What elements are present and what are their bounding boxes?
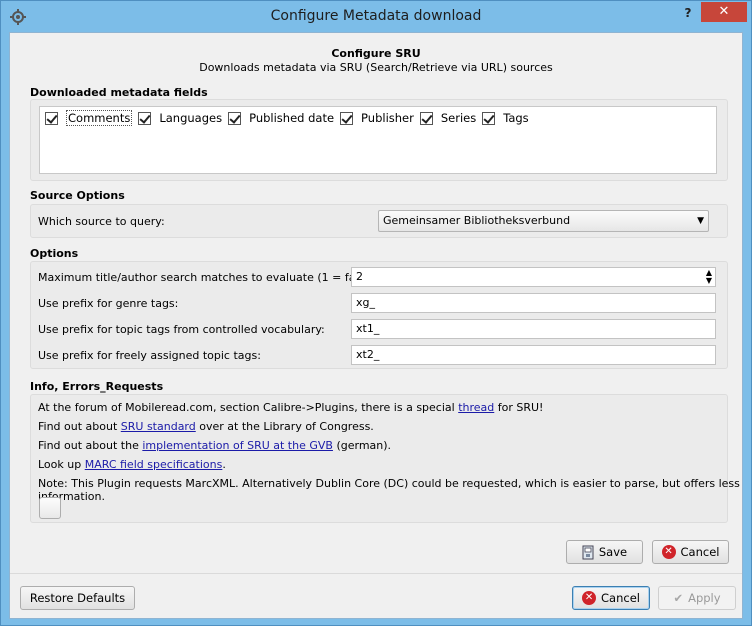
info-line-sru-standard: Find out about SRU standard over at the …	[38, 420, 374, 433]
genre-prefix-label: Use prefix for genre tags:	[38, 297, 179, 310]
plugin-cancel-button[interactable]: ✕ Cancel	[652, 540, 729, 564]
free-topic-prefix-label: Use prefix for freely assigned topic tag…	[38, 349, 261, 362]
info-line-forum: At the forum of Mobileread.com, section …	[38, 401, 543, 414]
field-languages[interactable]: Languages	[138, 111, 222, 125]
publisher-checkbox[interactable]	[340, 111, 354, 125]
query-source-value: Gemeinsamer Bibliotheksverbund	[383, 214, 571, 227]
field-published-date[interactable]: Published date	[228, 111, 334, 125]
save-label: Save	[598, 545, 628, 559]
info-gvb-text: Find out about the	[38, 439, 143, 452]
comments-label: Comments	[66, 110, 133, 126]
published-date-checkbox[interactable]	[228, 111, 242, 125]
dialog-cancel-button[interactable]: ✕ Cancel	[572, 586, 650, 610]
dialog-body: Configure SRU Downloads metadata via SRU…	[9, 32, 743, 619]
topic-prefix-label: Use prefix for topic tags from controlle…	[38, 323, 325, 336]
tags-checkbox[interactable]	[482, 111, 496, 125]
info-line-note: Note: This Plugin requests MarcXML. Alte…	[38, 477, 740, 503]
topic-prefix-input[interactable]: xt1_	[351, 319, 716, 339]
series-label: Series	[440, 111, 477, 125]
info-forum-text: At the forum of Mobileread.com, section …	[38, 401, 459, 414]
info-sru-text-end: over at the Library of Congress.	[195, 420, 374, 433]
restore-defaults-button[interactable]: Restore Defaults	[20, 586, 135, 610]
close-button[interactable]: ✕	[701, 2, 747, 22]
field-tags[interactable]: Tags	[482, 111, 529, 125]
separator	[10, 573, 742, 574]
publisher-label: Publisher	[361, 111, 414, 125]
dialog-cancel-label: Cancel	[601, 591, 640, 605]
series-checkbox[interactable]	[419, 111, 433, 125]
apply-button[interactable]: ✔ Apply	[658, 586, 736, 610]
options-label: Options	[30, 247, 79, 260]
genre-prefix-input[interactable]: xg_	[351, 293, 716, 313]
comments-checkbox[interactable]	[45, 111, 58, 125]
help-button[interactable]: ?	[677, 4, 699, 22]
info-line-gvb: Find out about the implementation of SRU…	[38, 439, 391, 452]
config-subtitle: Downloads metadata via SRU (Search/Retri…	[199, 61, 553, 74]
downloaded-fields-list: Comments Languages Published date Publis…	[39, 106, 717, 174]
languages-checkbox[interactable]	[138, 111, 152, 125]
languages-label: Languages	[159, 111, 223, 125]
marc-fields-link[interactable]: MARC field specifications	[85, 458, 223, 471]
info-line-marc: Look up MARC field specifications.	[38, 458, 226, 471]
plugin-cancel-label: Cancel	[680, 545, 720, 559]
info-sru-text: Find out about	[38, 420, 121, 433]
max-matches-label: Maximum title/author search matches to e…	[38, 271, 391, 284]
cancel-icon: ✕	[661, 545, 676, 559]
gvb-implementation-link[interactable]: implementation of SRU at the GVB	[142, 439, 333, 452]
dialog-window: Configure Metadata download ? ✕ Configur…	[0, 0, 752, 626]
info-marc-text: Look up	[38, 458, 85, 471]
info-label: Info, Errors_Requests	[30, 380, 164, 393]
spin-arrows-icon[interactable]: ▲ ▼	[706, 269, 712, 285]
title-bar[interactable]: Configure Metadata download ? ✕	[1, 1, 751, 33]
save-icon	[582, 545, 594, 559]
query-source-select[interactable]: Gemeinsamer Bibliotheksverbund ▼	[378, 210, 709, 232]
save-button[interactable]: Save	[566, 540, 643, 564]
sru-standard-link[interactable]: SRU standard	[121, 420, 196, 433]
info-forum-text-end: for SRU!	[494, 401, 544, 414]
tags-label: Tags	[503, 111, 529, 125]
info-empty-button[interactable]	[39, 497, 61, 519]
field-publisher[interactable]: Publisher	[340, 111, 414, 125]
free-topic-prefix-input[interactable]: xt2_	[351, 345, 716, 365]
field-comments[interactable]: Comments	[45, 110, 133, 126]
apply-label: Apply	[688, 591, 721, 605]
window-title: Configure Metadata download	[270, 8, 482, 24]
field-series[interactable]: Series	[419, 111, 477, 125]
max-matches-spinbox[interactable]: 2 ▲ ▼	[351, 267, 716, 287]
info-marc-text-end: .	[222, 458, 226, 471]
max-matches-value: 2	[356, 270, 363, 283]
chevron-down-icon: ▼	[697, 216, 704, 226]
info-gvb-text-end: (german).	[332, 439, 392, 452]
query-source-label: Which source to query:	[38, 215, 165, 228]
thread-link[interactable]: thread	[458, 401, 494, 414]
published-date-label: Published date	[249, 111, 335, 125]
source-options-label: Source Options	[30, 189, 125, 202]
config-title: Configure SRU	[331, 47, 421, 60]
downloaded-fields-label: Downloaded metadata fields	[30, 86, 208, 99]
checkmark-icon: ✔	[673, 591, 684, 605]
cancel-icon: ✕	[582, 591, 597, 605]
